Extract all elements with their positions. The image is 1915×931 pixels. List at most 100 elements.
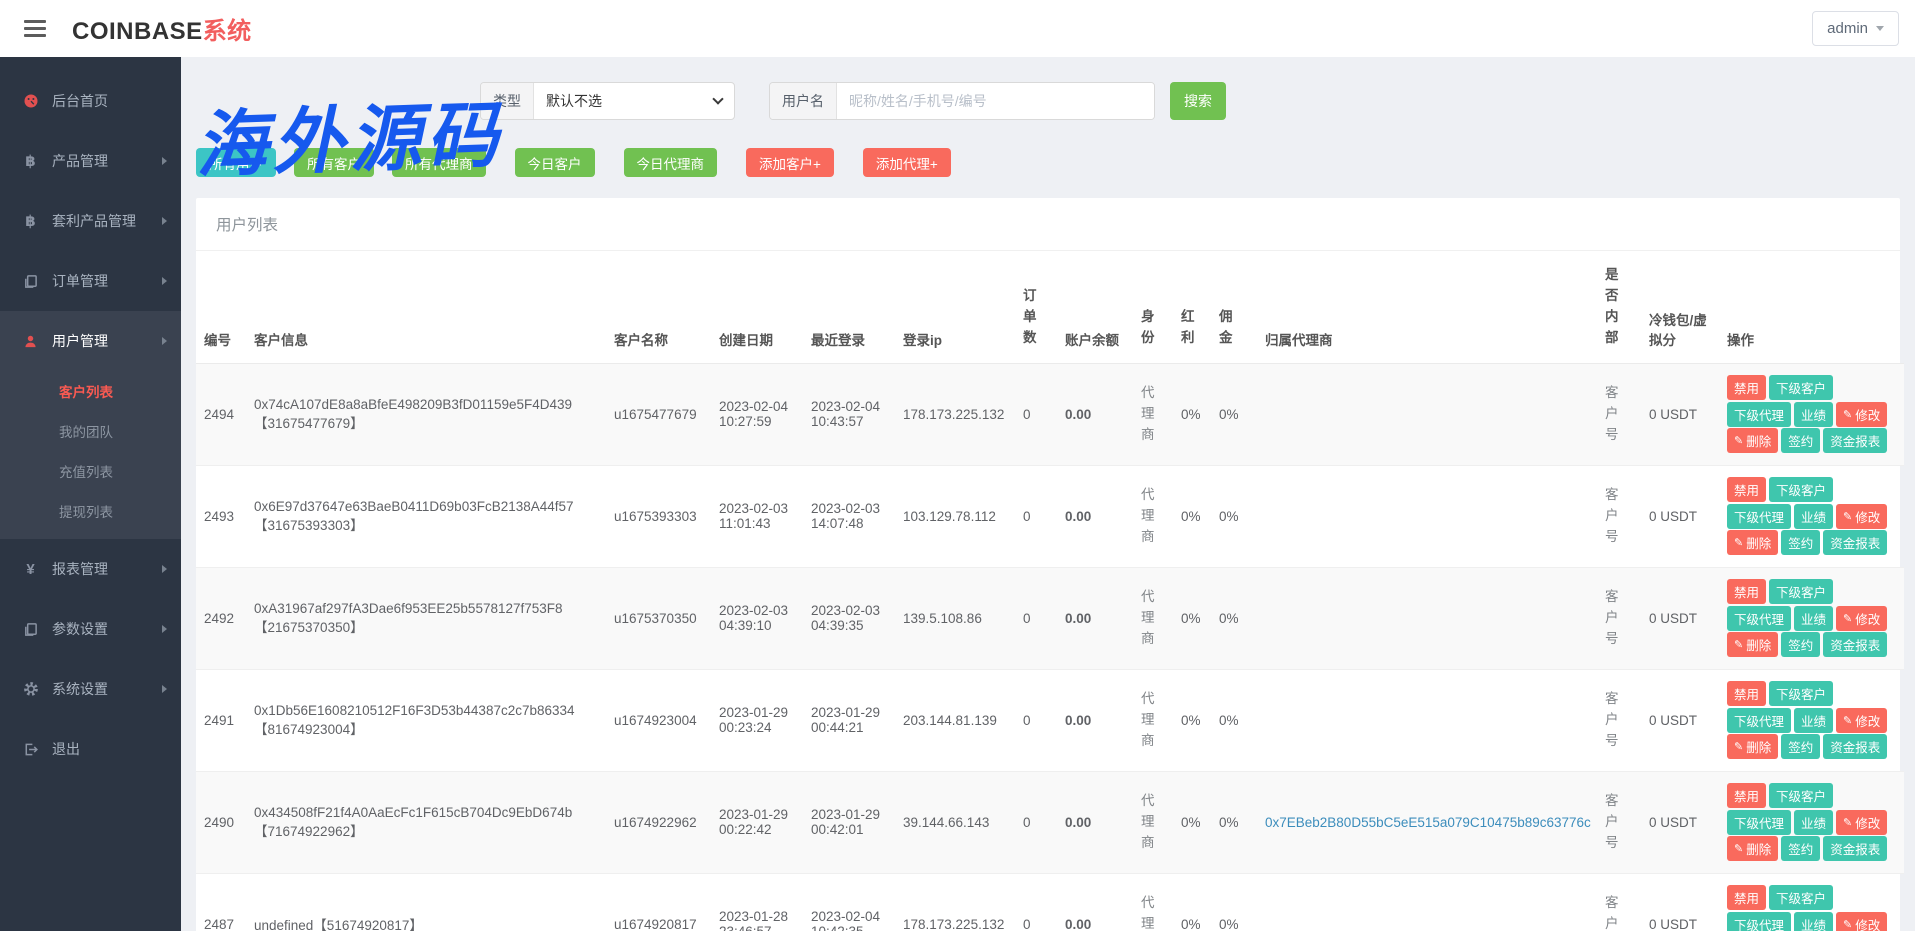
sidebar-item-users[interactable]: 用户管理 — [0, 311, 181, 371]
sidebar-item-orders[interactable]: 订单管理 — [0, 251, 181, 311]
action-sign-button[interactable]: 签约 — [1781, 428, 1820, 453]
sidebar-item-reports[interactable]: ¥报表管理 — [0, 539, 181, 599]
quick-button-add-agent[interactable]: 添加代理+ — [863, 148, 951, 177]
cell-client-name: u1675393303 — [606, 465, 711, 567]
action-sub-agents-button[interactable]: 下级代理 — [1727, 504, 1791, 529]
action-fund-report-button[interactable]: 资金报表 — [1823, 836, 1887, 861]
action-performance-button[interactable]: 业绩 — [1794, 708, 1833, 733]
action-edit-button[interactable]: ✎修改 — [1836, 402, 1887, 427]
action-disable-button[interactable]: 禁用 — [1727, 375, 1766, 400]
action-fund-report-button[interactable]: 资金报表 — [1823, 632, 1887, 657]
chevron-right-icon — [162, 685, 167, 693]
quick-button-all-users[interactable]: 所有用户 — [196, 148, 276, 177]
action-sub-clients-button[interactable]: 下级客户 — [1769, 681, 1833, 706]
action-edit-button[interactable]: ✎修改 — [1836, 912, 1887, 931]
quick-button-today-agents[interactable]: 今日代理商 — [624, 148, 718, 177]
action-disable-button[interactable]: 禁用 — [1727, 477, 1766, 502]
params-icon — [22, 622, 39, 637]
menu-toggle-icon[interactable] — [20, 16, 50, 41]
sidebar-subitem-withdraw-list[interactable]: 提现列表 — [0, 491, 181, 531]
action-delete-button[interactable]: ✎删除 — [1727, 836, 1778, 861]
quick-button-today-clients[interactable]: 今日客户 — [515, 148, 595, 177]
action-disable-button[interactable]: 禁用 — [1727, 783, 1766, 808]
sidebar-subitem-client-list[interactable]: 客户列表 — [0, 371, 181, 411]
action-sign-button[interactable]: 签约 — [1781, 530, 1820, 555]
cell-balance: 0.00 — [1057, 771, 1133, 873]
action-sub-clients-button[interactable]: 下级客户 — [1769, 477, 1833, 502]
action-edit-button[interactable]: ✎修改 — [1836, 504, 1887, 529]
action-delete-button[interactable]: ✎删除 — [1727, 530, 1778, 555]
action-sub-clients-button[interactable]: 下级客户 — [1769, 375, 1833, 400]
action-performance-button[interactable]: 业绩 — [1794, 810, 1833, 835]
action-edit-button[interactable]: ✎修改 — [1836, 606, 1887, 631]
action-fund-report-button[interactable]: 资金报表 — [1823, 428, 1887, 453]
cell-internal: 客户号 — [1597, 669, 1641, 771]
cell-order-count: 0 — [1015, 669, 1057, 771]
action-sub-clients-button[interactable]: 下级客户 — [1769, 579, 1833, 604]
cell-actions: 禁用下级客户下级代理业绩✎修改 ✎删除签约资金报表 — [1719, 465, 1904, 567]
agent-link[interactable]: 0x7EBeb2B80D55bC5eE515a079C10475b89c6377… — [1265, 815, 1591, 830]
sidebar-item-home[interactable]: 后台首页 — [0, 71, 181, 131]
sidebar-item-system[interactable]: 系统设置 — [0, 659, 181, 719]
sidebar-item-params[interactable]: 参数设置 — [0, 599, 181, 659]
brand-logo[interactable]: COINBASE系统 — [72, 11, 252, 46]
cell-identity: 代理商 — [1133, 771, 1173, 873]
action-sub-agents-button[interactable]: 下级代理 — [1727, 606, 1791, 631]
username-input[interactable] — [837, 83, 1154, 119]
cell-commission: 0% — [1211, 771, 1257, 873]
sidebar-item-logout[interactable]: 退出 — [0, 719, 181, 779]
action-delete-button[interactable]: ✎删除 — [1727, 428, 1778, 453]
quick-button-all-clients[interactable]: 所有客户 — [294, 148, 374, 177]
sidebar-item-products[interactable]: ฿产品管理 — [0, 131, 181, 191]
admin-menu-button[interactable]: admin — [1812, 11, 1899, 46]
action-sub-clients-button[interactable]: 下级客户 — [1769, 885, 1833, 910]
action-sub-clients-button[interactable]: 下级客户 — [1769, 783, 1833, 808]
quick-button-add-client[interactable]: 添加客户+ — [746, 148, 834, 177]
cell-client-name: u1675370350 — [606, 567, 711, 669]
action-sign-button[interactable]: 签约 — [1781, 836, 1820, 861]
cell-id: 2490 — [196, 771, 246, 873]
action-disable-button[interactable]: 禁用 — [1727, 681, 1766, 706]
action-performance-button[interactable]: 业绩 — [1794, 504, 1833, 529]
table-row: 2494 0x74cA107dE8a8aBfeE498209B3fD01159e… — [196, 363, 1904, 465]
quick-button-all-agents[interactable]: 所有代理商 — [392, 148, 486, 177]
sidebar-subitem-recharge-list[interactable]: 充值列表 — [0, 451, 181, 491]
action-sign-button[interactable]: 签约 — [1781, 632, 1820, 657]
action-edit-button[interactable]: ✎修改 — [1836, 708, 1887, 733]
pencil-icon: ✎ — [1734, 536, 1743, 549]
action-performance-button[interactable]: 业绩 — [1794, 606, 1833, 631]
action-sub-agents-button[interactable]: 下级代理 — [1727, 810, 1791, 835]
cell-client-info: 0x1Db56E1608210512F16F3D53b44387c2c7b863… — [246, 669, 606, 771]
cell-actions: 禁用下级客户下级代理业绩✎修改 ✎删除签约资金报表 — [1719, 567, 1904, 669]
quick-buttons-bar: 所有用户所有客户所有代理商今日客户今日代理商添加客户+ 添加代理+ — [196, 148, 1900, 177]
type-select[interactable]: 默认不选 — [534, 83, 734, 119]
action-performance-button[interactable]: 业绩 — [1794, 912, 1833, 931]
cell-commission: 0% — [1211, 873, 1257, 931]
action-disable-button[interactable]: 禁用 — [1727, 579, 1766, 604]
main-content: 海外源码 类型 默认不选 用户名 搜索 所有用户所有客户所有代理商今日客户今日代… — [181, 57, 1915, 931]
search-button[interactable]: 搜索 — [1170, 82, 1226, 120]
cell-actions: 禁用下级客户下级代理业绩✎修改 ✎删除签约资金报表 — [1719, 771, 1904, 873]
cell-agent — [1257, 465, 1597, 567]
sidebar-subitem-my-team[interactable]: 我的团队 — [0, 411, 181, 451]
action-delete-button[interactable]: ✎删除 — [1727, 632, 1778, 657]
action-fund-report-button[interactable]: 资金报表 — [1823, 530, 1887, 555]
cell-wallet: 0 USDT — [1641, 873, 1719, 931]
action-delete-button[interactable]: ✎删除 — [1727, 734, 1778, 759]
action-sub-agents-button[interactable]: 下级代理 — [1727, 708, 1791, 733]
action-sign-button[interactable]: 签约 — [1781, 734, 1820, 759]
orders-icon — [22, 274, 39, 289]
column-header: 最近登录 — [803, 251, 895, 363]
action-fund-report-button[interactable]: 资金报表 — [1823, 734, 1887, 759]
column-header: 编号 — [196, 251, 246, 363]
action-performance-button[interactable]: 业绩 — [1794, 402, 1833, 427]
action-disable-button[interactable]: 禁用 — [1727, 885, 1766, 910]
cell-internal: 客户号 — [1597, 873, 1641, 931]
yen-icon: ¥ — [22, 561, 39, 578]
action-edit-button[interactable]: ✎修改 — [1836, 810, 1887, 835]
sidebar-item-arbitrage-products[interactable]: ฿套利产品管理 — [0, 191, 181, 251]
action-sub-agents-button[interactable]: 下级代理 — [1727, 402, 1791, 427]
action-sub-agents-button[interactable]: 下级代理 — [1727, 912, 1791, 931]
column-header: 账户余额 — [1057, 251, 1133, 363]
cell-identity: 代理商 — [1133, 873, 1173, 931]
